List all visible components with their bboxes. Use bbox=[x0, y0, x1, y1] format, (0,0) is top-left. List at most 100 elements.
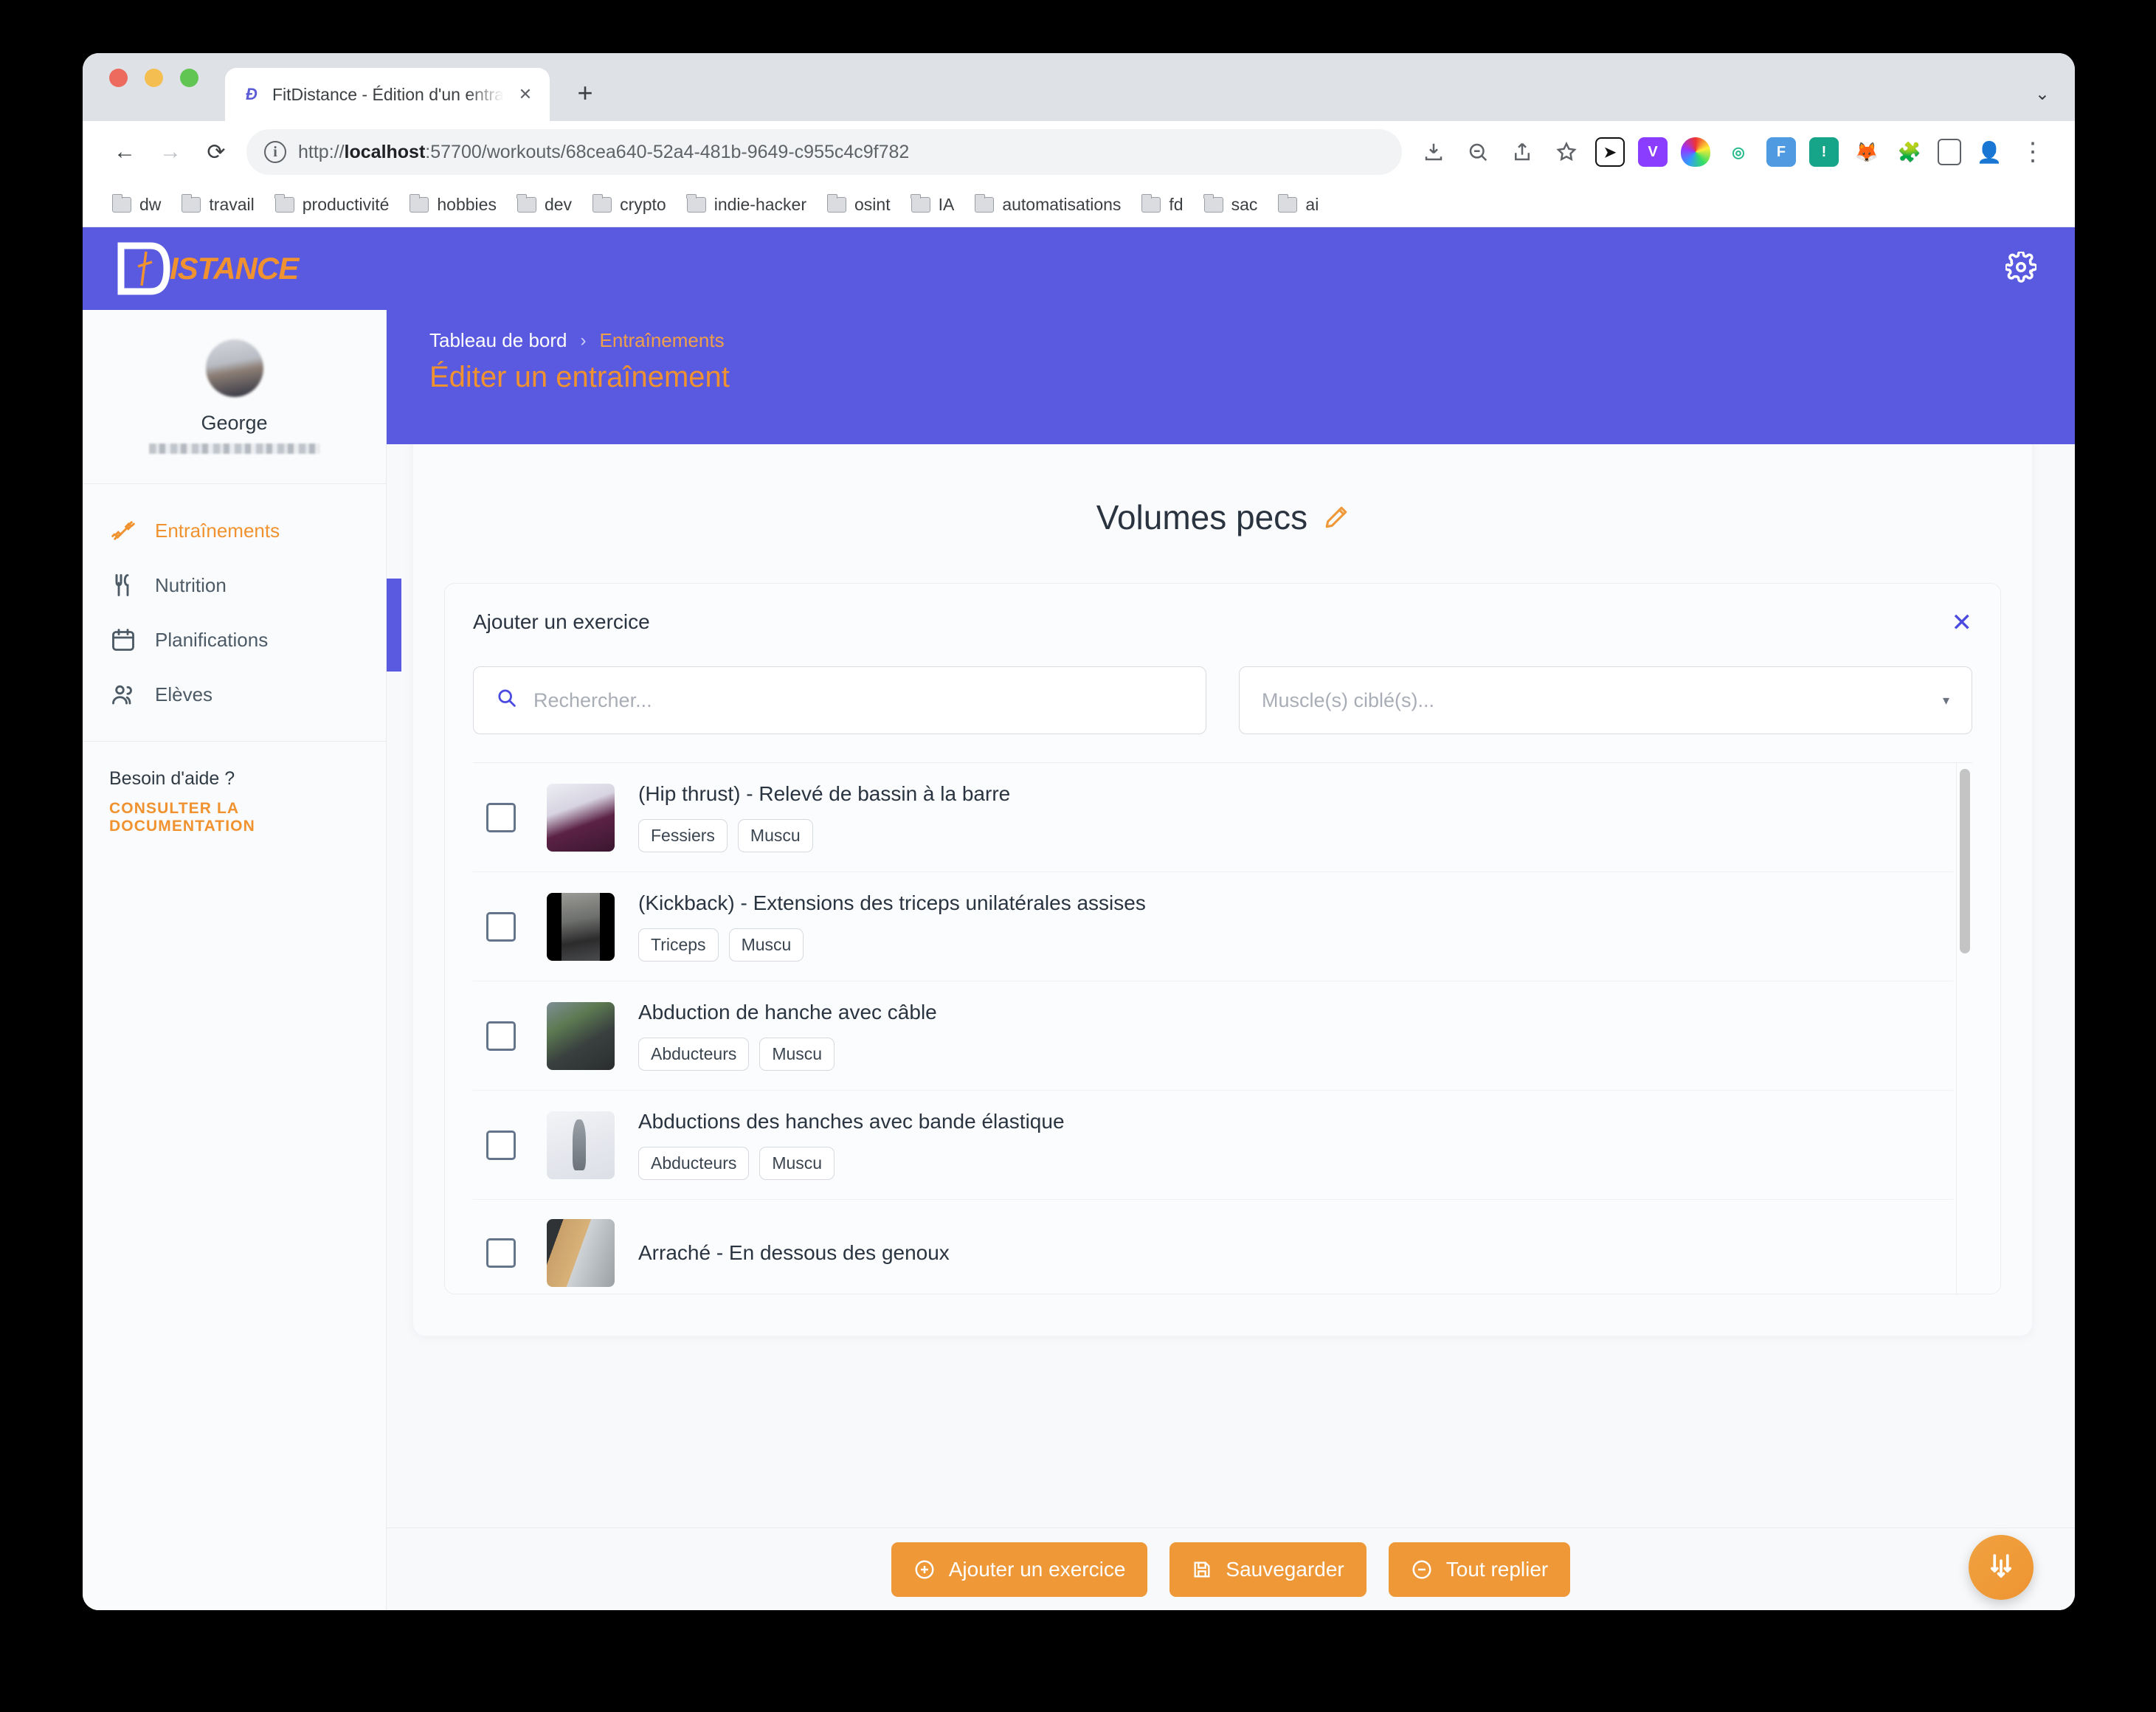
search-field[interactable] bbox=[473, 666, 1206, 734]
puzzle-extension-icon[interactable]: 🧩 bbox=[1895, 137, 1924, 167]
bookmark-folder[interactable]: crypto bbox=[582, 190, 677, 219]
sidebar-item-nutrition[interactable]: Nutrition bbox=[83, 558, 386, 612]
folder-icon bbox=[409, 194, 429, 213]
bookmark-label: osint bbox=[854, 195, 891, 214]
list-item[interactable]: (Hip thrust) - Relevé de bassin à la bar… bbox=[473, 763, 1953, 872]
address-bar[interactable]: i http://localhost:57700/workouts/68cea6… bbox=[246, 129, 1402, 175]
browser-tab-active[interactable]: Ð FitDistance - Édition d'un entraî ✕ bbox=[225, 68, 550, 121]
bookmark-folder[interactable]: indie-hacker bbox=[677, 190, 817, 219]
bookmark-folder[interactable]: IA bbox=[901, 190, 965, 219]
fitdistance-extension-icon[interactable]: F bbox=[1766, 137, 1796, 167]
hero-accent-strip bbox=[387, 579, 401, 672]
app-header: ISTANCE bbox=[83, 227, 2075, 310]
tag-muscle: Abducteurs bbox=[638, 1147, 750, 1180]
fitdistance-logo[interactable]: ISTANCE bbox=[114, 242, 299, 295]
dumbbell-icon bbox=[109, 517, 137, 545]
bookmark-folder[interactable]: travail bbox=[171, 190, 264, 219]
tag-category: Muscu bbox=[759, 1038, 835, 1071]
search-input[interactable] bbox=[533, 688, 1184, 712]
exercise-info: (Kickback) - Extensions des triceps unil… bbox=[638, 891, 1146, 962]
bookmark-folder[interactable]: automatisations bbox=[964, 190, 1131, 219]
vimium-extension-icon[interactable]: V bbox=[1638, 137, 1668, 167]
bookmark-folder[interactable]: dw bbox=[102, 190, 171, 219]
sidebar-nav: Entraînements Nutrition Planifications E… bbox=[83, 484, 386, 742]
target-extension-icon[interactable]: ◎ bbox=[1724, 137, 1753, 167]
list-item[interactable]: (Kickback) - Extensions des triceps unil… bbox=[473, 872, 1953, 981]
exercise-list[interactable]: (Hip thrust) - Relevé de bassin à la bar… bbox=[473, 762, 1972, 1294]
exercise-tags: Abducteurs Muscu bbox=[638, 1038, 937, 1071]
maximize-window-button[interactable] bbox=[180, 68, 198, 87]
bookmark-folder[interactable]: sac bbox=[1194, 190, 1268, 219]
bookmark-folder[interactable]: osint bbox=[817, 190, 901, 219]
exercise-checkbox[interactable] bbox=[486, 1130, 516, 1160]
bookmark-folder[interactable]: dev bbox=[507, 190, 582, 219]
chevron-down-icon[interactable]: ⌄ bbox=[2035, 83, 2050, 105]
breadcrumb-dashboard-link[interactable]: Tableau de bord bbox=[429, 329, 567, 352]
cutlery-icon bbox=[109, 571, 137, 599]
bookmark-label: ai bbox=[1305, 195, 1319, 214]
install-app-icon[interactable] bbox=[1414, 132, 1454, 172]
sidebar-item-entrainements[interactable]: Entraînements bbox=[83, 503, 386, 558]
exercise-checkbox[interactable] bbox=[486, 911, 516, 942]
bookmark-folder[interactable]: fd bbox=[1131, 190, 1193, 219]
list-item[interactable]: Arraché - En dessous des genoux bbox=[473, 1200, 1953, 1294]
sidebar-item-planifications[interactable]: Planifications bbox=[83, 612, 386, 667]
fitdistance-favicon-icon: Ð bbox=[240, 83, 262, 106]
panel-filters: Muscle(s) ciblé(s)... ▾ bbox=[473, 666, 1972, 734]
save-button[interactable]: Sauvegarder bbox=[1169, 1542, 1366, 1597]
collapse-all-button[interactable]: Tout replier bbox=[1388, 1542, 1571, 1597]
bookmark-star-icon[interactable] bbox=[1547, 132, 1586, 172]
search-icon bbox=[496, 687, 517, 714]
list-item[interactable]: Abduction de hanche avec câble Abducteur… bbox=[473, 981, 1953, 1091]
gear-icon[interactable] bbox=[2004, 249, 2038, 286]
close-icon[interactable]: ✕ bbox=[514, 83, 536, 106]
plus-circle-icon bbox=[913, 1559, 936, 1581]
close-icon[interactable]: ✕ bbox=[1952, 610, 1973, 635]
pencil-icon[interactable] bbox=[1324, 505, 1349, 530]
folder-icon bbox=[1141, 194, 1161, 213]
page-title: Éditer un entraînement bbox=[429, 361, 730, 393]
minimize-window-button[interactable] bbox=[145, 68, 163, 87]
browser-tabstrip: Ð FitDistance - Édition d'un entraî ✕ + … bbox=[83, 53, 2075, 121]
scrollbar-thumb[interactable] bbox=[1960, 769, 1970, 953]
lighthouse-extension-icon[interactable]: ! bbox=[1809, 137, 1839, 167]
add-exercise-button[interactable]: Ajouter un exercice bbox=[891, 1542, 1148, 1597]
list-item[interactable]: Abductions des hanches avec bande élasti… bbox=[473, 1091, 1953, 1200]
site-info-icon[interactable]: i bbox=[264, 141, 286, 163]
forward-button[interactable]: → bbox=[148, 129, 193, 175]
folder-icon bbox=[274, 194, 294, 213]
exercise-checkbox[interactable] bbox=[486, 1021, 516, 1051]
bookmark-folder[interactable]: productivité bbox=[265, 190, 400, 219]
zoom-out-icon[interactable] bbox=[1458, 132, 1498, 172]
documentation-link[interactable]: CONSULTER LA DOCUMENTATION bbox=[109, 800, 359, 835]
sidebar-item-label: Entraînements bbox=[155, 519, 280, 542]
colorpicker-extension-icon[interactable]: ● bbox=[1681, 137, 1710, 167]
help-title: Besoin d'aide ? bbox=[109, 768, 235, 789]
share-icon[interactable] bbox=[1502, 132, 1542, 172]
metamask-extension-icon[interactable]: 🦊 bbox=[1852, 137, 1882, 167]
back-button[interactable]: ← bbox=[102, 129, 148, 175]
sidebar-item-label: Elèves bbox=[155, 683, 213, 705]
reload-button[interactable]: ⟳ bbox=[193, 129, 239, 175]
profile-avatar-icon[interactable]: 👤 bbox=[1974, 137, 2004, 167]
side-panel-icon[interactable] bbox=[1938, 139, 1961, 165]
exercise-list-scrollbar[interactable] bbox=[1956, 763, 1972, 1294]
bookmark-label: IA bbox=[938, 195, 955, 214]
collapse-all-label: Tout replier bbox=[1445, 1557, 1549, 1581]
exercise-checkbox[interactable] bbox=[486, 1238, 516, 1268]
breadcrumb-current[interactable]: Entraînements bbox=[599, 329, 724, 352]
users-icon bbox=[109, 680, 137, 708]
cursor-extension-icon[interactable]: ➤ bbox=[1595, 137, 1625, 167]
close-window-button[interactable] bbox=[109, 68, 128, 87]
folder-icon bbox=[826, 194, 846, 213]
folder-icon bbox=[1203, 194, 1223, 213]
bookmark-folder[interactable]: ai bbox=[1268, 190, 1329, 219]
filters-fab-button[interactable] bbox=[1969, 1535, 2034, 1600]
exercise-checkbox[interactable] bbox=[486, 802, 516, 832]
new-tab-button[interactable]: + bbox=[564, 72, 606, 114]
chrome-menu-icon[interactable]: ⋮ bbox=[2013, 132, 2053, 172]
toolbar-icons: ➤ V ● ◎ F ! 🦊 🧩 👤 ⋮ bbox=[1414, 132, 2053, 172]
bookmark-folder[interactable]: hobbies bbox=[399, 190, 507, 219]
sidebar-item-eleves[interactable]: Elèves bbox=[83, 667, 386, 722]
muscle-filter-select[interactable]: Muscle(s) ciblé(s)... ▾ bbox=[1239, 666, 1972, 734]
